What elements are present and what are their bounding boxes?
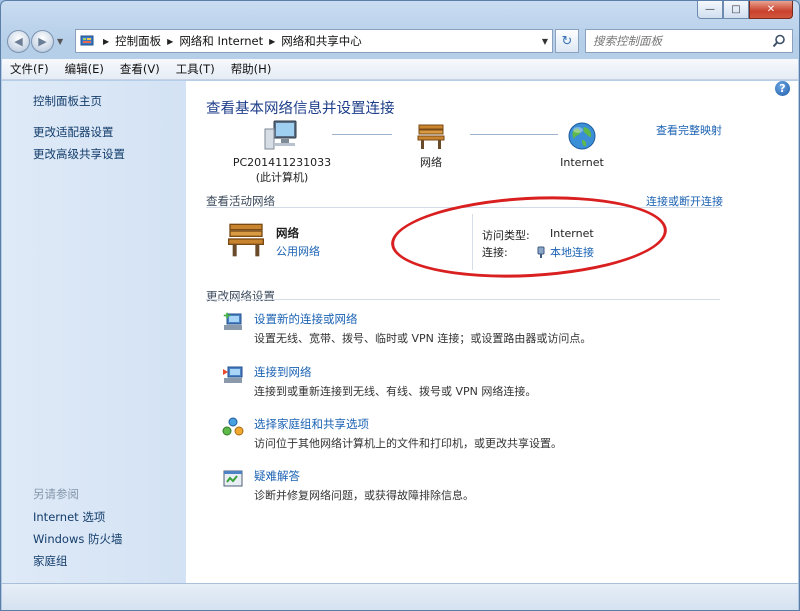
view-full-map-link[interactable]: 查看完整映射 [656, 122, 722, 138]
setup-connection-desc: 设置无线、宽带、拨号、临时或 VPN 连接；或设置路由器或访问点。 [254, 332, 592, 345]
search-icon[interactable] [772, 34, 786, 48]
menu-file[interactable]: 文件(F) [10, 61, 49, 77]
connection-line [332, 134, 392, 135]
breadcrumb-separator[interactable]: ▶ [103, 37, 109, 46]
computer-icon [264, 120, 297, 150]
navigation-bar: ◀ ▶ ▼ ▶ 控制面板 ▶ 网络和 Internet ▶ 网络和共享中心 ▼ … [7, 27, 793, 55]
search-box[interactable] [585, 29, 793, 53]
page-title: 查看基本网络信息并设置连接 [206, 101, 395, 117]
menu-view[interactable]: 查看(V) [120, 61, 160, 77]
troubleshoot-desc: 诊断并修复网络问题，或获得故障排除信息。 [254, 489, 474, 502]
change-settings-title: 更改网络设置 [206, 289, 275, 303]
refresh-button[interactable]: ↻ [555, 29, 579, 53]
forward-button[interactable]: ▶ [31, 29, 54, 53]
network-node-label: 网络 [420, 156, 442, 169]
status-bar [2, 583, 798, 610]
close-button[interactable]: ✕ [749, 1, 793, 19]
internet-node-label: Internet [560, 156, 604, 169]
sidebar-item-adapter-settings[interactable]: 更改适配器设置 [33, 124, 114, 140]
section-divider [206, 299, 720, 300]
active-network-name: 网络 [276, 226, 299, 240]
breadcrumb-network-sharing-center[interactable]: 网络和共享中心 [281, 33, 362, 49]
red-annotation-circle [389, 189, 669, 285]
network-node: 网络 [404, 121, 458, 170]
sidebar-item-homegroup[interactable]: 家庭组 [33, 553, 68, 569]
help-icon[interactable]: ? [775, 81, 790, 96]
caption-buttons: — □ ✕ [697, 1, 793, 19]
maximize-button[interactable]: □ [723, 1, 749, 19]
internet-node: Internet [552, 121, 612, 170]
breadcrumb-network-internet[interactable]: 网络和 Internet [179, 33, 263, 49]
globe-icon [568, 122, 596, 150]
breadcrumb-separator[interactable]: ▶ [167, 37, 173, 46]
address-bar[interactable]: ▶ 控制面板 ▶ 网络和 Internet ▶ 网络和共享中心 ▼ [75, 29, 553, 53]
homegroup-sharing-desc: 访问位于其他网络计算机上的文件和打印机，或更改共享设置。 [254, 437, 562, 450]
search-input[interactable] [593, 34, 773, 48]
control-panel-icon [80, 35, 94, 46]
sidebar-item-advanced-sharing[interactable]: 更改高级共享设置 [33, 146, 125, 162]
connect-network-desc: 连接到或重新连接到无线、有线、拨号或 VPN 网络连接。 [254, 385, 537, 398]
sidebar-item-internet-options[interactable]: Internet 选项 [33, 509, 105, 525]
computer-subtitle: (此计算机) [255, 171, 309, 184]
see-also-title: 另请参阅 [33, 487, 79, 501]
new-connection-icon [223, 312, 242, 330]
network-type-link[interactable]: 公用网络 [276, 243, 320, 259]
sidebar-item-control-panel-home[interactable]: 控制面板主页 [33, 93, 102, 109]
connect-network-icon [223, 366, 243, 383]
setup-connection-link[interactable]: 设置新的连接或网络 [254, 311, 358, 327]
window-frame: — □ ✕ ◀ ▶ ▼ ▶ 控制面板 ▶ 网络和 Internet ▶ 网络和共… [0, 0, 800, 611]
connect-network-link[interactable]: 连接到网络 [254, 364, 312, 380]
computer-node: PC201411231033 (此计算机) [232, 119, 332, 185]
menu-help[interactable]: 帮助(H) [231, 61, 272, 77]
breadcrumb-separator[interactable]: ▶ [269, 37, 275, 46]
main-content: ? 查看基本网络信息并设置连接 查看完整映射 PC201411231033 (此… [186, 81, 798, 583]
homegroup-sharing-link[interactable]: 选择家庭组和共享选项 [254, 416, 369, 432]
sidebar-item-windows-firewall[interactable]: Windows 防火墙 [33, 531, 123, 547]
connection-line [470, 134, 558, 135]
troubleshoot-icon [223, 470, 243, 487]
computer-name: PC201411231033 [232, 156, 332, 169]
sidebar: 控制面板主页 更改适配器设置 更改高级共享设置 另请参阅 Internet 选项… [2, 81, 186, 583]
menu-tools[interactable]: 工具(T) [176, 61, 215, 77]
minimize-button[interactable]: — [697, 1, 723, 19]
bench-icon [228, 223, 264, 257]
menu-edit[interactable]: 编辑(E) [65, 61, 104, 77]
back-button[interactable]: ◀ [7, 29, 30, 53]
menu-bar: 文件(F) 编辑(E) 查看(V) 工具(T) 帮助(H) [2, 59, 798, 80]
troubleshoot-link[interactable]: 疑难解答 [254, 468, 300, 484]
homegroup-icon [222, 417, 244, 436]
recent-pages-dropdown[interactable]: ▼ [57, 37, 63, 46]
bench-icon [417, 124, 445, 149]
breadcrumb-control-panel[interactable]: 控制面板 [115, 33, 161, 49]
address-dropdown-icon[interactable]: ▼ [542, 37, 548, 46]
